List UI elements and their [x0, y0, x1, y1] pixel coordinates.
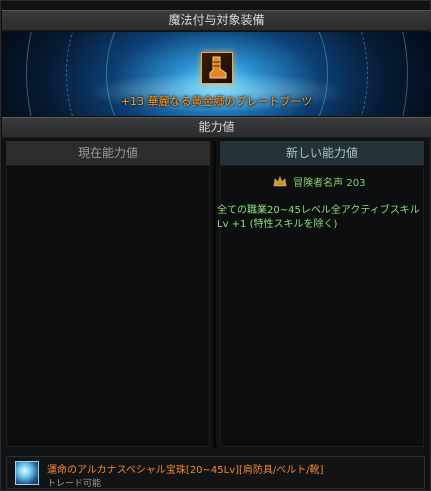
boots-icon[interactable]: [201, 52, 233, 84]
stats-header: 能力値: [2, 117, 431, 138]
adventurer-fame-label: 冒険者名声: [293, 178, 344, 189]
enchant-target-banner: +13 華麗なる黄金郷のプレートブーツ: [2, 32, 431, 116]
crown-icon: [273, 176, 287, 188]
enchant-target-header: 魔法付与対象装備: [2, 10, 431, 31]
new-stats-title: 新しい能力値: [220, 141, 424, 165]
adventurer-fame-value: 203: [346, 178, 366, 189]
enchant-effect-text: 全ての職業20~45レベル全アクティブスキル Lv +1 (特性スキルを除く): [217, 205, 420, 230]
jewel-icon[interactable]: [15, 461, 39, 485]
enchant-window: 魔法付与対象装備 +13 華麗なる黄金郷のプレートブーツ 能力値 現在能力値 新…: [0, 0, 431, 491]
current-stats-title: 現在能力値: [6, 141, 210, 165]
jewel-trade-status: トレード可能: [47, 479, 102, 489]
column-divider: [213, 141, 216, 447]
target-item-name: +13 華麗なる黄金郷のプレートブーツ: [120, 95, 313, 108]
jewel-name: 運命のアルカナスペシャル宝珠[20~45Lv][肩防具/ベルト/靴]: [47, 465, 324, 476]
current-stats-panel: [6, 165, 210, 447]
enchant-jewel-slot[interactable]: 運命のアルカナスペシャル宝珠[20~45Lv][肩防具/ベルト/靴] トレード可…: [6, 456, 425, 489]
adventurer-fame-row: 冒険者名声 203: [273, 174, 365, 189]
